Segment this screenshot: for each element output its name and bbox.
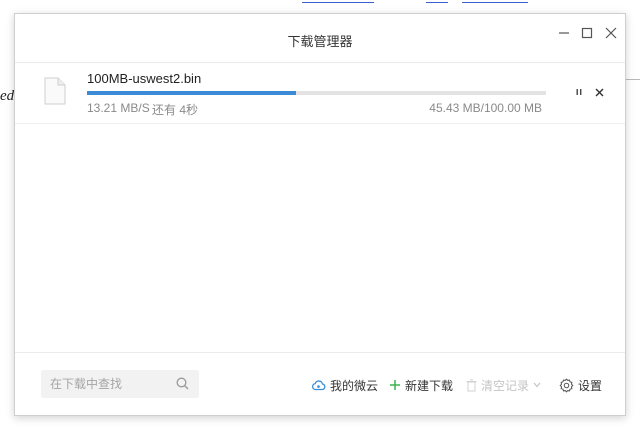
trash-icon: [466, 378, 477, 391]
clear-records-button[interactable]: 清空记录: [466, 377, 541, 393]
background-divider: [626, 79, 640, 80]
download-item[interactable]: 100MB-uswest2.bin 13.21 MB/S 还有 4秒 45.43…: [15, 63, 625, 124]
minimize-button[interactable]: [554, 23, 574, 43]
search-input[interactable]: [41, 370, 180, 398]
window-title: 下载管理器: [287, 34, 353, 49]
download-progress-fill: [87, 91, 296, 95]
download-progress-bar: [87, 91, 546, 95]
gear-icon: [559, 377, 574, 393]
close-icon: [605, 27, 617, 39]
my-weiyun-label: 我的微云: [330, 378, 379, 393]
chevron-down-icon: [533, 382, 541, 388]
clear-records-label: 清空记录: [481, 378, 530, 393]
plus-icon: [390, 380, 400, 390]
download-manager-window: 下载管理器 100MB-uswest2.bin 13.21 MB/S 还有 4秒…: [14, 13, 626, 416]
maximize-icon: [581, 27, 593, 39]
cancel-icon: [595, 88, 603, 96]
background-text: ed: [0, 88, 15, 104]
background-link: [426, 0, 448, 3]
settings-button[interactable]: 设置: [559, 377, 602, 393]
close-button[interactable]: [601, 23, 621, 43]
download-filename: 100MB-uswest2.bin: [87, 71, 202, 86]
background-link: [462, 0, 528, 3]
download-time-remaining: 还有 4秒: [152, 103, 199, 117]
cancel-download-button[interactable]: [591, 84, 607, 100]
search-icon[interactable]: [176, 377, 189, 390]
settings-label: 设置: [578, 378, 603, 393]
search-box: [41, 370, 199, 398]
download-size-progress: 45.43 MB/100.00 MB: [429, 101, 542, 115]
pause-icon: [576, 89, 582, 95]
new-download-label: 新建下载: [405, 378, 454, 393]
cloud-icon: [312, 380, 326, 391]
pause-button[interactable]: [571, 84, 587, 100]
background-link: [302, 0, 374, 3]
minimize-icon: [559, 32, 569, 34]
my-weiyun-button[interactable]: 我的微云: [311, 377, 378, 393]
footer-bar: 我的微云 新建下载 清空记录 设置: [15, 352, 625, 415]
maximize-button[interactable]: [577, 23, 597, 43]
download-speed: 13.21 MB/S: [87, 101, 150, 115]
title-bar: 下载管理器: [15, 14, 625, 63]
file-icon: [44, 77, 66, 105]
new-download-button[interactable]: 新建下载: [389, 377, 453, 393]
